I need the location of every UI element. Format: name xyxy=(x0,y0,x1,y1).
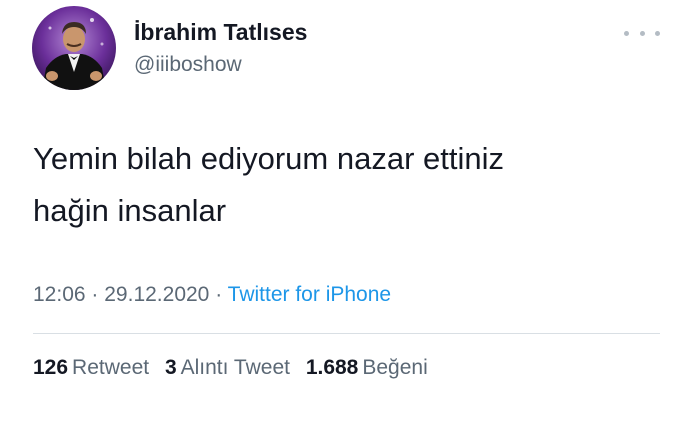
tweet-source-link[interactable]: Twitter for iPhone xyxy=(228,283,391,306)
dot-icon xyxy=(639,30,645,36)
author-handle[interactable]: @iiiboshow xyxy=(134,53,242,77)
quotes-label: Alıntı Tweet xyxy=(180,356,290,379)
author-name[interactable]: İbrahim Tatlıses xyxy=(134,19,307,46)
retweets-label: Retweet xyxy=(72,356,150,379)
retweets-stat[interactable]: 126 Retweet xyxy=(33,356,149,379)
avatar-image xyxy=(32,6,116,90)
quotes-stat[interactable]: 3 Alıntı Tweet xyxy=(165,356,290,379)
divider xyxy=(33,333,660,334)
tweet-text-line: hağin insanlar xyxy=(33,193,227,228)
tweet-text: Yemin bilah ediyorum nazar ettiniz hağin… xyxy=(33,133,653,237)
tweet-stats: 126 Retweet 3 Alıntı Tweet 1.688 Beğeni xyxy=(33,356,438,380)
retweets-count: 126 xyxy=(33,356,69,379)
dot-icon xyxy=(655,30,660,36)
tweet-time[interactable]: 12:06 xyxy=(33,283,86,306)
tweet-text-line: Yemin bilah ediyorum nazar ettiniz xyxy=(33,141,504,176)
tweet-card: İbrahim Tatlıses @iiiboshow Yemin bilah … xyxy=(0,0,690,422)
dot-icon xyxy=(624,30,629,36)
meta-separator: · xyxy=(215,283,223,306)
likes-stat[interactable]: 1.688 Beğeni xyxy=(306,356,428,379)
meta-separator: · xyxy=(91,283,99,306)
tweet-date[interactable]: 29.12.2020 xyxy=(104,283,209,306)
avatar[interactable] xyxy=(32,6,116,90)
likes-count: 1.688 xyxy=(305,356,359,379)
more-options-icon[interactable] xyxy=(624,26,660,40)
likes-label: Beğeni xyxy=(362,356,428,379)
tweet-meta: 12:06 · 29.12.2020 · Twitter for iPhone xyxy=(33,283,391,307)
quotes-count: 3 xyxy=(164,356,177,379)
